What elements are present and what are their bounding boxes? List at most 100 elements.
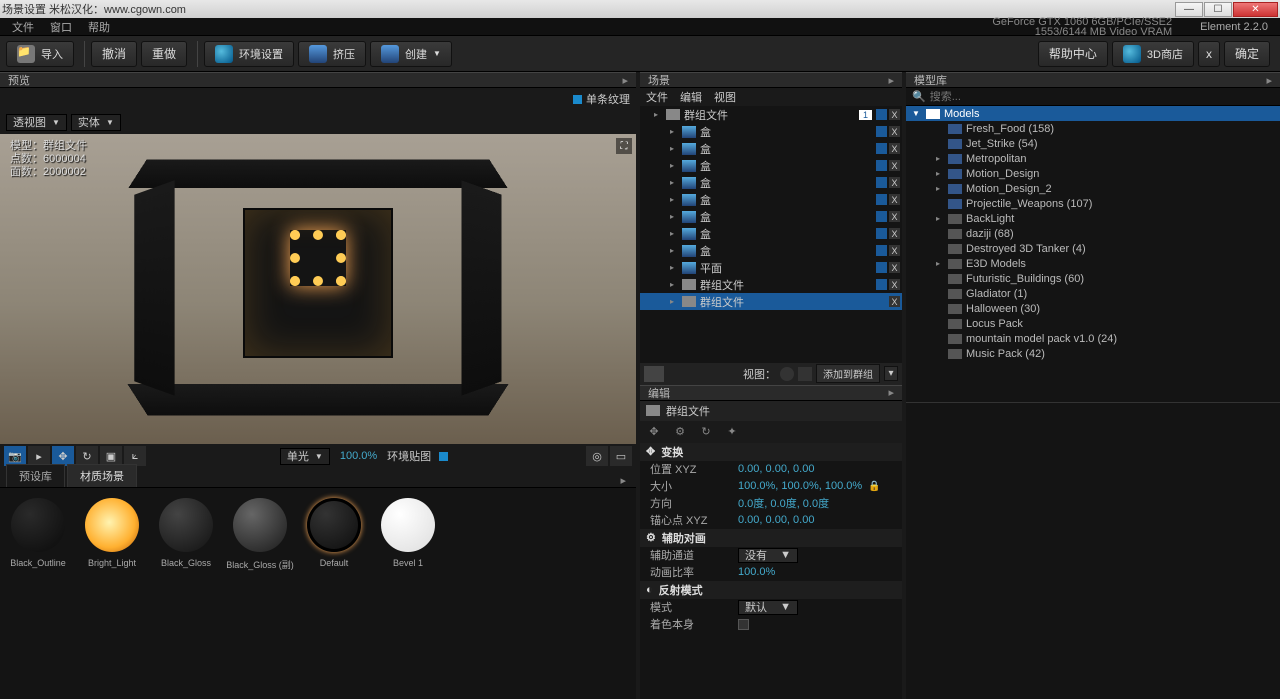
reflect-mode-dropdown[interactable]: 默认▼ — [738, 600, 798, 615]
move-icon[interactable]: ✥ — [646, 424, 662, 440]
close-button[interactable]: ✕ — [1233, 2, 1278, 17]
material-item[interactable]: Bright_Light — [82, 498, 142, 568]
undo-button[interactable]: 撤消 — [91, 41, 137, 67]
visibility-toggle[interactable] — [876, 279, 887, 290]
model-tree-row[interactable]: daziji (68) — [906, 226, 1280, 241]
material-item[interactable]: Black_Outline — [8, 498, 68, 568]
model-tree-row[interactable]: Futuristic_Buildings (60) — [906, 271, 1280, 286]
anchor-value[interactable]: 0.00, 0.00, 0.00 — [738, 514, 814, 526]
material-item[interactable]: Black_Gloss — [156, 498, 216, 568]
delete-icon[interactable]: X — [889, 126, 900, 137]
refresh-icon[interactable]: ↻ — [698, 424, 714, 440]
model-tree-row[interactable]: ▸Motion_Design — [906, 166, 1280, 181]
move-tool[interactable]: ✥ — [52, 446, 74, 466]
tree-row[interactable]: ▸盒X — [640, 123, 902, 140]
delete-icon[interactable]: X — [889, 160, 900, 171]
scene-menu-edit[interactable]: 编辑 — [680, 89, 702, 105]
tree-row[interactable]: ▸平面X — [640, 259, 902, 276]
delete-icon[interactable]: X — [889, 245, 900, 256]
preset-tab[interactable]: 预设库 — [6, 464, 65, 487]
target-icon[interactable]: ◎ — [586, 446, 608, 466]
transform-tool[interactable]: ⟀ — [124, 446, 146, 466]
delete-icon[interactable]: X — [889, 262, 900, 273]
model-tree-row[interactable]: ▸BackLight — [906, 211, 1280, 226]
tree-row[interactable]: ▸盒X — [640, 242, 902, 259]
import-button[interactable]: 📁导入 — [6, 41, 74, 67]
single-texture-toggle[interactable] — [573, 95, 582, 104]
menu-window[interactable]: 窗口 — [42, 19, 80, 35]
visibility-toggle[interactable] — [876, 126, 887, 137]
chevron-right-icon[interactable]: ▸ — [888, 74, 894, 87]
lock-icon[interactable]: 🔒 — [868, 481, 880, 492]
visibility-toggle[interactable] — [876, 245, 887, 256]
model-tree-row[interactable]: ▸Motion_Design_2 — [906, 181, 1280, 196]
menu-file[interactable]: 文件 — [4, 19, 42, 35]
menu-help[interactable]: 帮助 — [80, 19, 118, 35]
model-tree-row[interactable]: Music Pack (42) — [906, 346, 1280, 361]
tree-row[interactable]: ▸盒X — [640, 191, 902, 208]
delete-icon[interactable]: X — [889, 109, 900, 120]
delete-icon[interactable]: X — [889, 194, 900, 205]
camera-tool[interactable]: 📷 — [4, 446, 26, 466]
tree-row[interactable]: ▸盒X — [640, 157, 902, 174]
material-item[interactable]: Black_Gloss (副) — [230, 498, 290, 571]
visibility-toggle[interactable] — [876, 109, 887, 120]
search-input[interactable] — [930, 91, 1274, 103]
dropdown-icon[interactable]: ▾ — [884, 366, 898, 381]
material-scene-tab[interactable]: 材质场景 — [67, 464, 137, 487]
tree-row[interactable]: ▸群组文件1X — [640, 106, 902, 123]
pan-icon[interactable]: ✦ — [724, 424, 740, 440]
delete-icon[interactable]: X — [889, 279, 900, 290]
chevron-right-icon[interactable]: ▸ — [616, 474, 630, 487]
position-value[interactable]: 0.00, 0.00, 0.00 — [738, 463, 814, 475]
visibility-toggle[interactable] — [876, 262, 887, 273]
size-value[interactable]: 100.0%, 100.0%, 100.0% — [738, 480, 862, 492]
add-to-group-button[interactable]: 添加到群组 — [816, 364, 880, 383]
gear-icon[interactable]: ⚙ — [672, 424, 688, 440]
visibility-toggle[interactable] — [876, 194, 887, 205]
model-tree-row[interactable]: Gladiator (1) — [906, 286, 1280, 301]
tree-row[interactable]: ▸盒X — [640, 225, 902, 242]
model-tree-row[interactable]: mountain model pack v1.0 (24) — [906, 331, 1280, 346]
maximize-button[interactable]: ☐ — [1204, 2, 1232, 17]
display-icon[interactable]: ▭ — [610, 446, 632, 466]
rotate-tool[interactable]: ↻ — [76, 446, 98, 466]
visibility-toggle[interactable] — [876, 228, 887, 239]
ok-button[interactable]: 确定 — [1224, 41, 1270, 67]
delete-icon[interactable]: X — [889, 228, 900, 239]
chevron-right-icon[interactable]: ▸ — [888, 386, 894, 399]
model-tree-row[interactable]: Halloween (30) — [906, 301, 1280, 316]
visibility-toggle[interactable] — [876, 177, 887, 188]
folder-icon[interactable] — [644, 366, 664, 382]
visibility-toggle[interactable] — [876, 296, 887, 307]
tree-row[interactable]: ▸盒X — [640, 208, 902, 225]
extrude-button[interactable]: 挤压 — [298, 41, 366, 67]
animrate-value[interactable]: 100.0% — [738, 566, 775, 578]
tree-row[interactable]: ▸盒X — [640, 140, 902, 157]
create-button[interactable]: 创建▼ — [370, 41, 452, 67]
color-swatch[interactable] — [738, 619, 749, 630]
tree-row[interactable]: ▸盒X — [640, 174, 902, 191]
model-tree-row[interactable]: Jet_Strike (54) — [906, 136, 1280, 151]
delete-icon[interactable]: X — [889, 296, 900, 307]
material-item[interactable]: Default — [304, 498, 364, 568]
scale-tool[interactable]: ▣ — [100, 446, 122, 466]
scene-menu-view[interactable]: 视图 — [714, 89, 736, 105]
delete-icon[interactable]: X — [889, 177, 900, 188]
tree-row[interactable]: ▸群组文件X — [640, 293, 902, 310]
select-tool[interactable]: ▸ — [28, 446, 50, 466]
chevron-right-icon[interactable]: ▸ — [622, 74, 628, 87]
model-tree-row[interactable]: Locus Pack — [906, 316, 1280, 331]
visibility-toggle[interactable] — [876, 143, 887, 154]
view-mode-b[interactable] — [798, 367, 812, 381]
viewport[interactable]: 模型：群组文件 点数：6000004 面数：2000002 ⛶ — [0, 134, 636, 444]
aux-channel-dropdown[interactable]: 没有▼ — [738, 548, 798, 563]
models-root[interactable]: ▼Models — [906, 106, 1280, 121]
tree-row[interactable]: ▸群组文件X — [640, 276, 902, 293]
shading-dropdown[interactable]: 实体▼ — [71, 114, 121, 131]
model-tree-row[interactable]: Fresh_Food (158) — [906, 121, 1280, 136]
visibility-toggle[interactable] — [876, 160, 887, 171]
delete-icon[interactable]: X — [889, 211, 900, 222]
direction-value[interactable]: 0.0度, 0.0度, 0.0度 — [738, 495, 829, 511]
scene-menu-file[interactable]: 文件 — [646, 89, 668, 105]
